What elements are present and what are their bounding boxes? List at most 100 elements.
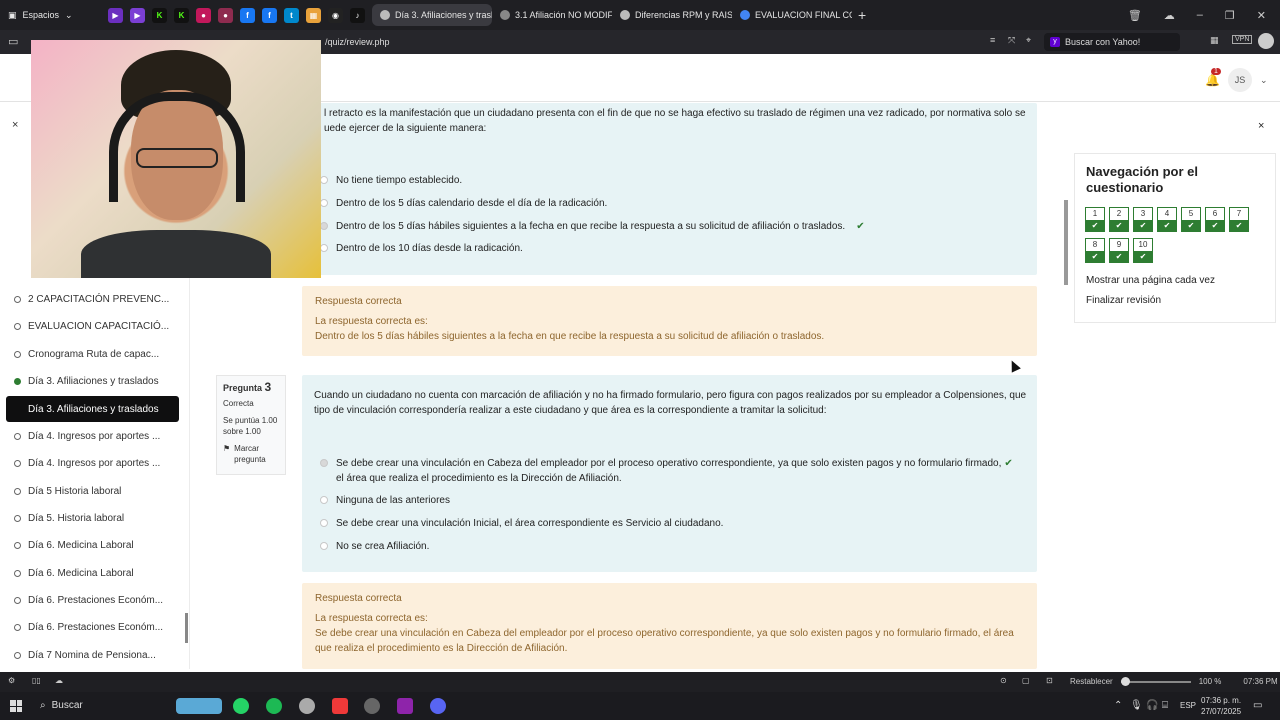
tab-evaluacion[interactable]: EVALUACION FINAL COLPE <box>732 4 852 26</box>
question-3-option-selected[interactable]: Se debe crear una vinculación en Cabeza … <box>320 456 1013 486</box>
quiz-nav-button[interactable]: 1 ✔ <box>1085 207 1105 232</box>
tiktok-icon[interactable]: ♪ <box>350 7 365 23</box>
sidebar-item[interactable]: Día 6. Prestaciones Económ... <box>14 617 163 637</box>
sidebar-item[interactable]: Día 4. Ingresos por aportes ... <box>14 453 160 473</box>
translate-icon[interactable]: ⤧ <box>1008 35 1015 46</box>
question-2-option-selected[interactable]: Dentro de los 5 días hábiles siguientes … <box>320 219 865 234</box>
chevron-down-icon[interactable]: ⌄ <box>1260 75 1268 86</box>
minimize-button[interactable]: – <box>1197 9 1203 22</box>
search-input[interactable]: y Buscar con Yahoo! <box>1044 33 1180 51</box>
bookmark-icon[interactable]: ⌖ <box>1026 35 1031 46</box>
sidebar-item[interactable]: Día 7 Nomina de Pensiona... <box>14 645 156 665</box>
cloud-icon[interactable]: ☁ <box>1164 9 1175 22</box>
telegram-icon[interactable]: t <box>284 7 299 23</box>
page-actions-icon[interactable]: ⊡ <box>1046 676 1053 685</box>
tab-dia3[interactable]: Día 3. Afiliaciones y traslad <box>372 4 492 26</box>
question-3-option[interactable]: No se crea Afiliación. <box>320 539 429 554</box>
tiling-icon[interactable]: ▯▯ <box>32 676 41 685</box>
facebook-icon[interactable]: f <box>262 7 277 23</box>
flag-question-link[interactable]: ⚑ Marcar pregunta <box>223 443 279 465</box>
kick-icon[interactable]: K <box>152 7 167 23</box>
twitch-icon[interactable]: ▶ <box>130 7 145 23</box>
reader-icon[interactable]: ≡ <box>990 35 995 45</box>
twitch-icon[interactable]: ▶ <box>108 7 123 23</box>
quiz-nav-button[interactable]: 4 ✔ <box>1157 207 1177 232</box>
quiz-nav-button[interactable]: 5 ✔ <box>1181 207 1201 232</box>
app-icon[interactable]: ◉ <box>328 7 343 23</box>
spaces-menu[interactable]: ▣ Espacios ⌄ <box>0 10 108 21</box>
widget-icon[interactable] <box>176 698 222 714</box>
kick-icon[interactable]: K <box>174 7 189 23</box>
sidebar-item-active[interactable]: Día 3. Afiliaciones y traslados <box>6 396 179 422</box>
sidebar-scrollbar[interactable] <box>185 613 188 643</box>
zoom-slider[interactable] <box>1120 676 1191 686</box>
sidebar-item[interactable]: Día 6. Prestaciones Económ... <box>14 590 163 610</box>
panel-icon[interactable]: ▭ <box>8 35 18 48</box>
discord-icon[interactable] <box>430 698 446 714</box>
window-icon[interactable]: ▢ <box>1022 676 1030 685</box>
vivaldi-icon[interactable] <box>332 698 348 714</box>
whatsapp-icon[interactable] <box>233 698 249 714</box>
show-one-page-link[interactable]: Mostrar una página cada vez <box>1086 275 1215 286</box>
notifications-icon[interactable]: ▭ <box>1253 700 1262 711</box>
microphone-icon[interactable]: 🎙 <box>1130 700 1143 711</box>
sidebar-item[interactable]: Día 6. Medicina Laboral <box>14 563 134 583</box>
tab-diferencias[interactable]: Diferencias RPM y RAIS <box>612 4 732 26</box>
question-3-option[interactable]: Ninguna de las anteriores <box>320 493 450 508</box>
network-icon[interactable]: ⌸ <box>1162 700 1168 711</box>
app-icon[interactable]: ● <box>196 7 211 23</box>
app-icon[interactable] <box>397 698 413 714</box>
sidebar-item[interactable]: EVALUACION CAPACITACIÓ... <box>14 316 169 336</box>
close-drawer-icon[interactable]: × <box>1258 120 1264 132</box>
question-2-option[interactable]: Dentro de los 10 días desde la radicació… <box>320 241 523 256</box>
sidebar-item[interactable]: Día 5 Historia laboral <box>14 481 121 501</box>
zoom-reset-button[interactable]: Restablecer <box>1070 677 1113 686</box>
quiz-nav-button[interactable]: 9 ✔ <box>1109 238 1129 263</box>
question-2-option[interactable]: Dentro de los 5 días calendario desde el… <box>320 196 607 211</box>
profile-icon[interactable] <box>1258 33 1274 49</box>
sidebar-item[interactable]: Día 6. Medicina Laboral <box>14 535 134 555</box>
app-icon[interactable] <box>364 698 380 714</box>
chevron-up-icon[interactable]: ⌃ <box>1114 700 1122 711</box>
close-window-button[interactable]: ✕ <box>1257 9 1266 22</box>
system-clock[interactable]: 07:36 p. m. 27/07/2025 <box>1201 695 1241 717</box>
zoom-slider-knob[interactable] <box>1120 676 1130 686</box>
trash-icon[interactable]: 🗑 <box>1128 9 1142 22</box>
sidebar-item[interactable]: Día 3. Afiliaciones y traslados <box>14 371 159 391</box>
app-icon[interactable] <box>299 698 315 714</box>
tab-afiliacion[interactable]: 3.1 Afiliación NO MODIFICA <box>492 4 612 26</box>
language-indicator[interactable]: ESP <box>1180 701 1196 710</box>
extensions-icon[interactable]: ▦ <box>1210 35 1219 46</box>
url-field[interactable]: /quiz/review.php <box>325 37 390 47</box>
spotify-icon[interactable] <box>266 698 282 714</box>
finish-review-link[interactable]: Finalizar revisión <box>1086 295 1161 306</box>
avatar[interactable]: JS <box>1227 68 1252 92</box>
settings-icon[interactable]: ⚙ <box>8 676 15 685</box>
main-scrollbar[interactable] <box>1064 200 1068 285</box>
question-3-option[interactable]: Se debe crear una vinculación Inicial, e… <box>320 516 723 531</box>
app-icon[interactable]: ● <box>218 7 233 23</box>
sidebar-toggle-icon[interactable]: ▣ <box>8 10 17 21</box>
new-tab-button[interactable]: + <box>852 7 872 23</box>
headset-icon[interactable]: 🎧 <box>1146 700 1158 711</box>
close-icon[interactable]: × <box>12 119 18 131</box>
sidebar-item[interactable]: Día 5. Historia laboral <box>14 508 124 528</box>
sidebar-item[interactable]: Cronograma Ruta de capac... <box>14 344 159 364</box>
facebook-icon[interactable]: f <box>240 7 255 23</box>
sidebar-item[interactable]: 2 CAPACITACIÓN PREVENC... <box>14 289 169 309</box>
quiz-nav-button[interactable]: 8 ✔ <box>1085 238 1105 263</box>
windows-start-icon[interactable] <box>10 700 22 712</box>
taskbar-search[interactable]: ⌕ Buscar <box>40 700 83 711</box>
sidebar-item[interactable]: Día 4. Ingresos por aportes ... <box>14 426 160 446</box>
quiz-nav-button[interactable]: 7 ✔ <box>1229 207 1249 232</box>
restore-button[interactable]: ❐ <box>1225 9 1235 22</box>
quiz-nav-button[interactable]: 3 ✔ <box>1133 207 1153 232</box>
question-2-option[interactable]: No tiene tiempo establecido. <box>320 173 462 188</box>
quiz-nav-button[interactable]: 6 ✔ <box>1205 207 1225 232</box>
capture-icon[interactable]: ⊙ <box>1000 676 1007 685</box>
microsoft-icon[interactable]: ▦ <box>306 7 321 23</box>
bell-icon[interactable]: 🔔 1 <box>1205 68 1221 87</box>
quiz-nav-button[interactable]: 2 ✔ <box>1109 207 1129 232</box>
vpn-icon[interactable]: VPN <box>1232 35 1253 44</box>
quiz-nav-button[interactable]: 10 ✔ <box>1133 238 1153 263</box>
